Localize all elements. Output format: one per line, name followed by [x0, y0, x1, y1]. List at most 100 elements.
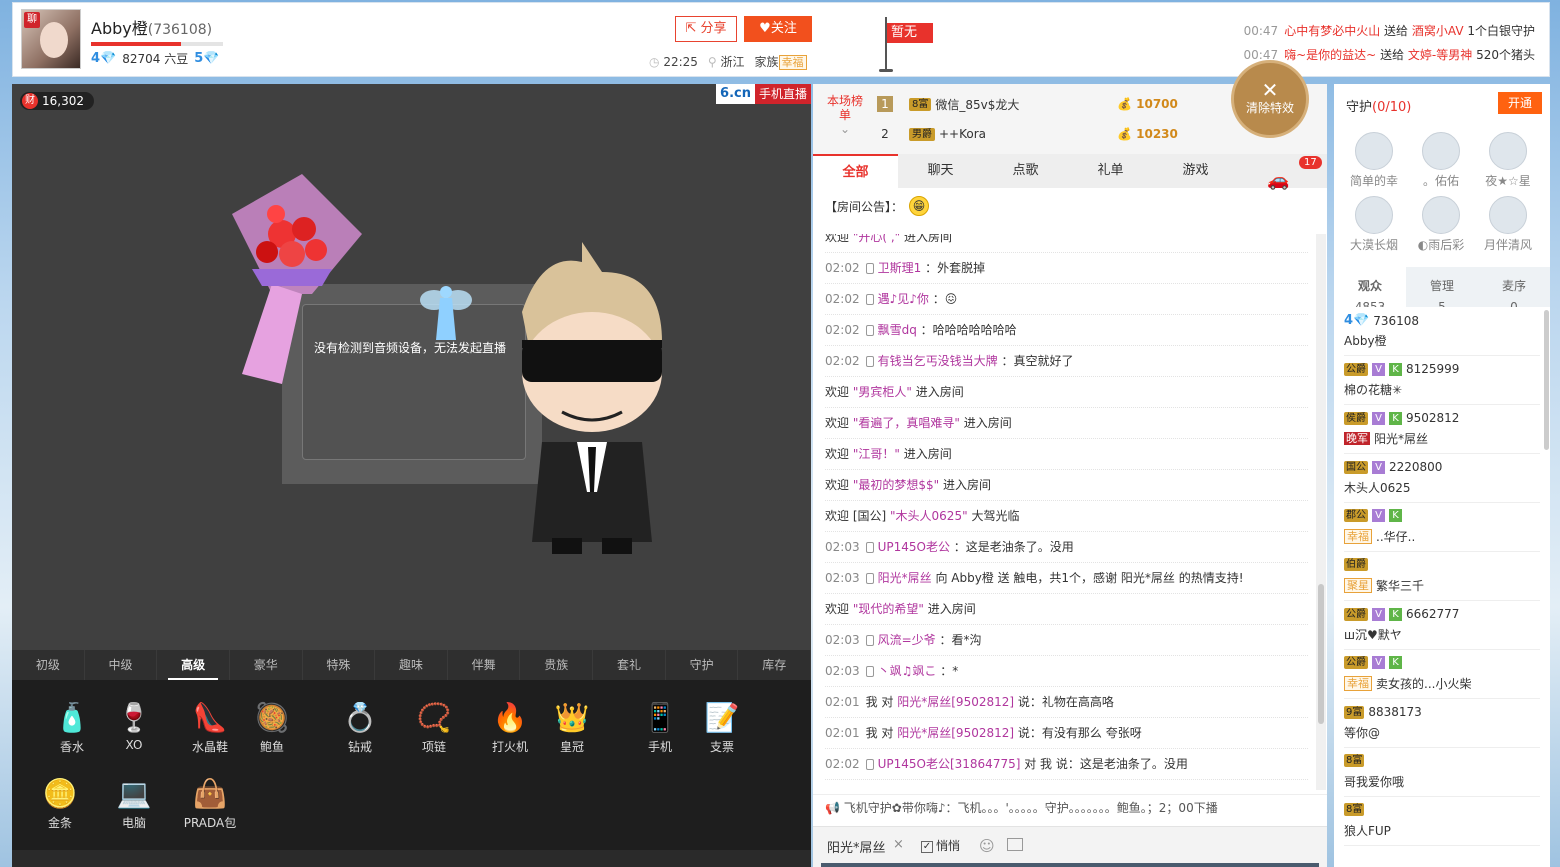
- viewer-row[interactable]: 公爵 V K 8125999 棉の花糖✳: [1344, 356, 1540, 405]
- message-user[interactable]: "木头人0625": [890, 509, 968, 523]
- viewer-row[interactable]: 9富 8838173 等你@: [1344, 699, 1540, 748]
- gift-item[interactable]: 👜 PRADA包: [174, 776, 246, 831]
- chat-tab[interactable]: 点歌: [983, 154, 1068, 188]
- message-user[interactable]: "开心( ,": [853, 234, 900, 244]
- gift-item[interactable]: 🥘 鲍鱼: [236, 700, 308, 755]
- clear-target-button[interactable]: ×: [893, 837, 904, 852]
- guard-slot[interactable]: 。佑佑: [1409, 132, 1473, 189]
- open-guard-button[interactable]: 开通: [1498, 92, 1542, 114]
- notice-from[interactable]: 心中有梦必中火山: [1284, 24, 1380, 38]
- chat-message: 02:02 有钱当乞丐没钱当大牌 ：真空就好了: [825, 346, 1308, 377]
- viewer-name: Abby橙: [1344, 334, 1387, 348]
- image-icon[interactable]: [1007, 838, 1023, 851]
- gift-tab[interactable]: 高级: [157, 650, 230, 680]
- scrollbar-thumb[interactable]: [1318, 584, 1324, 724]
- notice-from[interactable]: 嗨~是你的益达~: [1284, 48, 1376, 62]
- viewer-tab[interactable]: 管理5: [1406, 267, 1478, 314]
- viewer-row[interactable]: 国公 V 2220800 木头人0625: [1344, 454, 1540, 503]
- message-user[interactable]: 丶飒♫飒こ: [878, 664, 937, 678]
- gift-item[interactable]: 📿 项链: [398, 700, 470, 755]
- share-label: 分享: [700, 21, 727, 36]
- gift-tab[interactable]: 特殊: [303, 650, 376, 680]
- message-user[interactable]: UP145O老公: [878, 540, 950, 554]
- guard-slot[interactable]: 月伴清风: [1476, 196, 1540, 253]
- clear-effects-button[interactable]: ✕ 清除特效: [1231, 60, 1309, 138]
- message-user[interactable]: 阳光*屌丝[9502812]: [897, 695, 1014, 709]
- message-user[interactable]: 风流=少爷: [878, 633, 936, 647]
- emoji-icon[interactable]: ☺: [979, 837, 995, 855]
- share-button[interactable]: ⇱ 分享: [675, 16, 737, 42]
- notice-to[interactable]: 文婷-等男神: [1408, 48, 1472, 62]
- video-area[interactable]: 财 16,302 6.cn 手机直播 没有检测到音频设备，无法发起直播: [12, 84, 811, 650]
- viewer-tab[interactable]: 麦序0: [1478, 267, 1550, 314]
- message-user[interactable]: 飘雪dq: [878, 323, 917, 337]
- viewer-row[interactable]: 4💎 736108 Abby橙: [1344, 307, 1540, 356]
- viewer-row[interactable]: 侯爵 V K 9502812 晚军 阳光*屌丝: [1344, 405, 1540, 454]
- gift-item[interactable]: 🍷 XO: [98, 700, 170, 752]
- gift-tab[interactable]: 库存: [738, 650, 812, 680]
- viewer-row[interactable]: 8富 哥我爱你哦: [1344, 748, 1540, 797]
- gift-tab[interactable]: 伴舞: [448, 650, 521, 680]
- car-icon[interactable]: 🚗: [1267, 170, 1289, 191]
- family-info[interactable]: 家族 幸福: [755, 53, 807, 70]
- notice-to[interactable]: 酒窝小AV: [1412, 24, 1464, 38]
- chat-tab[interactable]: 礼单: [1068, 154, 1153, 188]
- gift-item[interactable]: 📝 支票: [686, 700, 758, 755]
- gift-tab[interactable]: 贵族: [520, 650, 594, 680]
- viewer-row[interactable]: 公爵 V K 幸福 卖女孩的...小火柴: [1344, 650, 1540, 699]
- gift-item[interactable]: 👑 皇冠: [536, 700, 608, 755]
- message-user[interactable]: 有钱当乞丐没钱当大牌: [878, 354, 998, 368]
- chat-tab[interactable]: 全部: [813, 154, 898, 188]
- anchor-avatar[interactable]: 聊: [21, 9, 81, 69]
- input-strip[interactable]: [821, 863, 1319, 867]
- message-user[interactable]: "现代的希望": [853, 602, 924, 616]
- message-user[interactable]: "看遍了，真唱难寻": [853, 416, 960, 430]
- message-user[interactable]: "男宾柜人": [853, 385, 912, 399]
- gift-tab[interactable]: 中级: [85, 650, 158, 680]
- message-user[interactable]: 卫斯理1: [878, 261, 922, 275]
- message-user[interactable]: 阳光*屌丝: [878, 571, 932, 585]
- whisper-toggle[interactable]: ✓ 悄悄: [921, 837, 960, 854]
- message-user[interactable]: 阳光*屌丝[9502812]: [897, 726, 1014, 740]
- viewer-row[interactable]: 公爵 V K 6662777 ш沉♥默ヤ: [1344, 601, 1540, 650]
- vip-badge: V: [1372, 362, 1385, 376]
- message-user[interactable]: 遇♪见♪你: [878, 292, 929, 306]
- follow-button[interactable]: ♥关注: [744, 16, 812, 42]
- viewer-tab[interactable]: 观众4853: [1334, 267, 1406, 314]
- viewer-row[interactable]: 郡公 V K 幸福 ..华仔..: [1344, 503, 1540, 552]
- chat-target-user[interactable]: 阳光*屌丝: [827, 837, 886, 856]
- message-user[interactable]: "江哥！": [853, 447, 900, 461]
- anchor-name[interactable]: Abby橙(736108): [91, 15, 212, 39]
- fortune-value: 16,302: [42, 94, 84, 108]
- viewer-row[interactable]: 8富 狼人FUP: [1344, 797, 1540, 846]
- gift-item[interactable]: 🪙 金条: [24, 776, 96, 831]
- gift-tab[interactable]: 初级: [12, 650, 85, 680]
- message-text: 进入房间: [927, 602, 976, 616]
- viewer-level-badge: 公爵: [1344, 362, 1368, 376]
- message-user[interactable]: UP145O老公[31864775]: [878, 757, 1021, 771]
- gift-tab[interactable]: 套礼: [593, 650, 666, 680]
- guard-slot[interactable]: 夜★☆星: [1476, 132, 1540, 189]
- rank-title[interactable]: 本场榜单 ⌄: [825, 94, 865, 136]
- gift-item[interactable]: 💍 钻戒: [324, 700, 396, 755]
- vip-badge: V: [1372, 656, 1385, 669]
- message-prefix: 欢迎: [825, 478, 850, 492]
- rank-flag[interactable]: 暂无: [887, 23, 933, 43]
- chat-tab[interactable]: 聊天: [898, 154, 983, 188]
- viewer-scrollbar[interactable]: [1544, 310, 1549, 450]
- message-user[interactable]: "最初的梦想$$": [853, 478, 939, 492]
- chat-scrollbar[interactable]: [1316, 234, 1326, 790]
- guard-slot[interactable]: 简单的幸: [1342, 132, 1406, 189]
- rank-row[interactable]: 1 8富 微信_85v$龙大 💰 10700: [877, 92, 1207, 116]
- viewer-row[interactable]: 伯爵 聚星 繁华三千: [1344, 552, 1540, 601]
- gift-tab[interactable]: 趣味: [375, 650, 448, 680]
- rank-row[interactable]: 2 男爵 ++Kora 💰 10230: [877, 122, 1207, 146]
- guard-slot[interactable]: ◐雨后彩: [1409, 196, 1473, 253]
- gift-tab[interactable]: 守护: [666, 650, 739, 680]
- gift-tab[interactable]: 豪华: [230, 650, 303, 680]
- gift-tabs: 初级 中级 高级 豪华 特殊 趣味 伴舞 贵族 套礼 守护 库存: [12, 650, 812, 680]
- chat-tab[interactable]: 游戏: [1153, 154, 1238, 188]
- checkbox-icon[interactable]: ✓: [921, 840, 933, 853]
- guard-slot[interactable]: 大漠长烟: [1342, 196, 1406, 253]
- gift-item[interactable]: 💻 电脑: [98, 776, 170, 831]
